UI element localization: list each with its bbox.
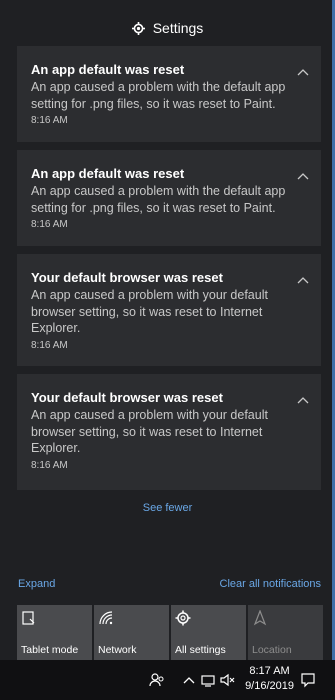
notification-body: An app caused a problem with the default… (31, 80, 286, 111)
collapse-chevron-icon[interactable] (297, 276, 309, 284)
notification-card[interactable]: Your default browser was reset An app ca… (17, 374, 321, 490)
location-icon (253, 610, 267, 626)
clock-date: 9/16/2019 (245, 680, 294, 692)
notification-body: An app caused a problem with your defaul… (31, 408, 268, 455)
volume-muted-icon[interactable] (219, 672, 235, 688)
notification-time: 8:16 AM (31, 459, 68, 471)
notification-card[interactable]: An app default was reset An app caused a… (17, 46, 321, 142)
notification-body: An app caused a problem with your defaul… (31, 288, 268, 335)
notification-body: An app caused a problem with the default… (31, 184, 286, 215)
taskbar-clock[interactable]: 8:17 AM 9/16/2019 (245, 664, 294, 694)
action-center-panel: Settings An app default was reset An app… (0, 0, 335, 660)
notification-title: Your default browser was reset (31, 270, 223, 285)
see-fewer-link[interactable]: See fewer (0, 502, 335, 514)
notification-time: 8:16 AM (31, 219, 68, 230)
network-status-icon[interactable] (200, 672, 216, 688)
clear-all-notifications-link[interactable]: Clear all notifications (220, 578, 322, 590)
taskbar: 8:17 AM 9/16/2019 (0, 660, 335, 700)
action-center-icon[interactable] (300, 672, 316, 688)
gear-icon (131, 21, 145, 35)
notification-time: 8:16 AM (31, 339, 68, 351)
notification-title: An app default was reset (31, 166, 185, 181)
quick-action-label: Tablet mode (21, 644, 79, 656)
people-icon[interactable] (149, 672, 165, 688)
quick-action-location[interactable]: Location (248, 605, 323, 660)
settings-header[interactable]: Settings (0, 16, 335, 40)
gear-icon (175, 610, 191, 626)
notification-time: 8:16 AM (31, 115, 68, 126)
expand-link[interactable]: Expand (18, 578, 55, 590)
collapse-chevron-icon[interactable] (297, 172, 309, 180)
notification-card[interactable]: Your default browser was reset An app ca… (17, 254, 321, 366)
quick-action-label: All settings (175, 644, 226, 656)
clock-time: 8:17 AM (249, 665, 290, 677)
chevron-up-icon[interactable] (181, 672, 197, 688)
tablet-mode-icon (22, 611, 35, 625)
collapse-chevron-icon[interactable] (297, 68, 309, 76)
quick-action-tablet-mode[interactable]: Tablet mode (17, 605, 92, 660)
quick-action-all-settings[interactable]: All settings (171, 605, 246, 660)
quick-action-label: Network (98, 644, 137, 656)
collapse-chevron-icon[interactable] (297, 396, 309, 404)
notification-card[interactable]: An app default was reset An app caused a… (17, 150, 321, 246)
quick-action-label: Location (252, 644, 292, 656)
notification-title: Your default browser was reset (31, 390, 223, 405)
network-icon (99, 611, 113, 625)
header-title: Settings (152, 20, 204, 36)
quick-action-network[interactable]: Network (94, 605, 169, 660)
notification-title: An app default was reset (31, 62, 185, 77)
